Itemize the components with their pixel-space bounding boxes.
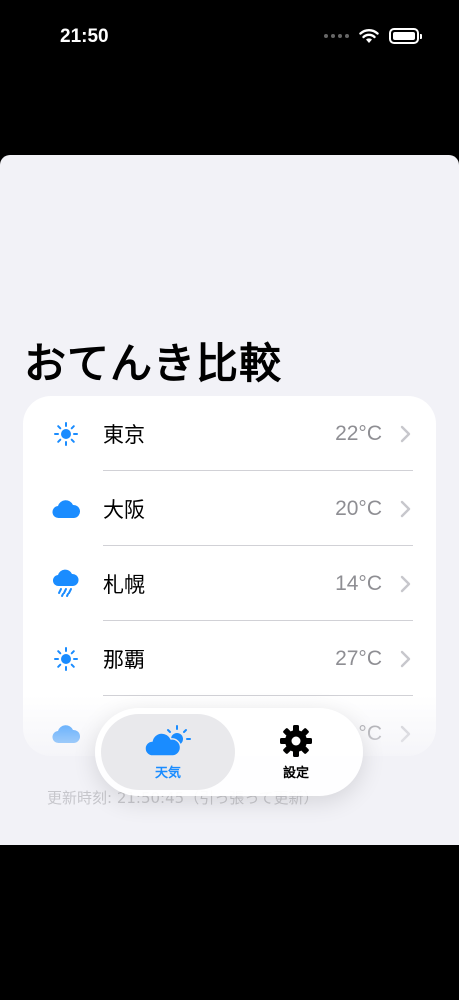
cloud-icon bbox=[51, 494, 81, 524]
city-temperature: 22°C bbox=[335, 421, 382, 445]
city-row-sapporo[interactable]: 札幌 14°C bbox=[23, 546, 436, 621]
city-name: 那覇 bbox=[103, 647, 145, 672]
sun-icon bbox=[51, 644, 81, 674]
city-name: 札幌 bbox=[103, 572, 145, 597]
city-temperature: 20°C bbox=[335, 496, 382, 520]
tab-settings[interactable]: 設定 bbox=[235, 714, 357, 790]
tab-bar: 天気 設定 bbox=[95, 708, 363, 796]
city-row-naha[interactable]: 那覇 27°C bbox=[23, 621, 436, 696]
wifi-icon bbox=[359, 29, 379, 43]
page-title: おてんき比較 bbox=[24, 339, 283, 388]
chevron-right-icon bbox=[400, 500, 411, 517]
chevron-right-icon bbox=[400, 575, 411, 592]
city-temperature: 27°C bbox=[335, 646, 382, 670]
tab-settings-label: 設定 bbox=[282, 765, 309, 781]
cloud-sun-icon bbox=[144, 724, 191, 757]
city-name: 東京 bbox=[103, 422, 145, 447]
city-row-osaka[interactable]: 大阪 20°C bbox=[23, 471, 436, 546]
cellular-signal-icon bbox=[324, 34, 349, 38]
city-temperature: 14°C bbox=[335, 571, 382, 595]
city-name: 大阪 bbox=[103, 497, 145, 522]
tab-weather-label: 天気 bbox=[154, 765, 181, 781]
sun-icon bbox=[51, 419, 81, 449]
status-time: 21:50 bbox=[60, 26, 109, 47]
chevron-right-icon bbox=[400, 425, 411, 442]
gear-icon bbox=[280, 724, 312, 757]
tab-weather[interactable]: 天気 bbox=[101, 714, 235, 790]
rain-cloud-icon bbox=[51, 569, 81, 599]
city-row-tokyo[interactable]: 東京 22°C bbox=[23, 396, 436, 471]
status-bar: 21:50 bbox=[0, 0, 459, 80]
status-icons bbox=[324, 28, 422, 44]
battery-icon bbox=[389, 28, 422, 44]
chevron-right-icon bbox=[400, 650, 411, 667]
